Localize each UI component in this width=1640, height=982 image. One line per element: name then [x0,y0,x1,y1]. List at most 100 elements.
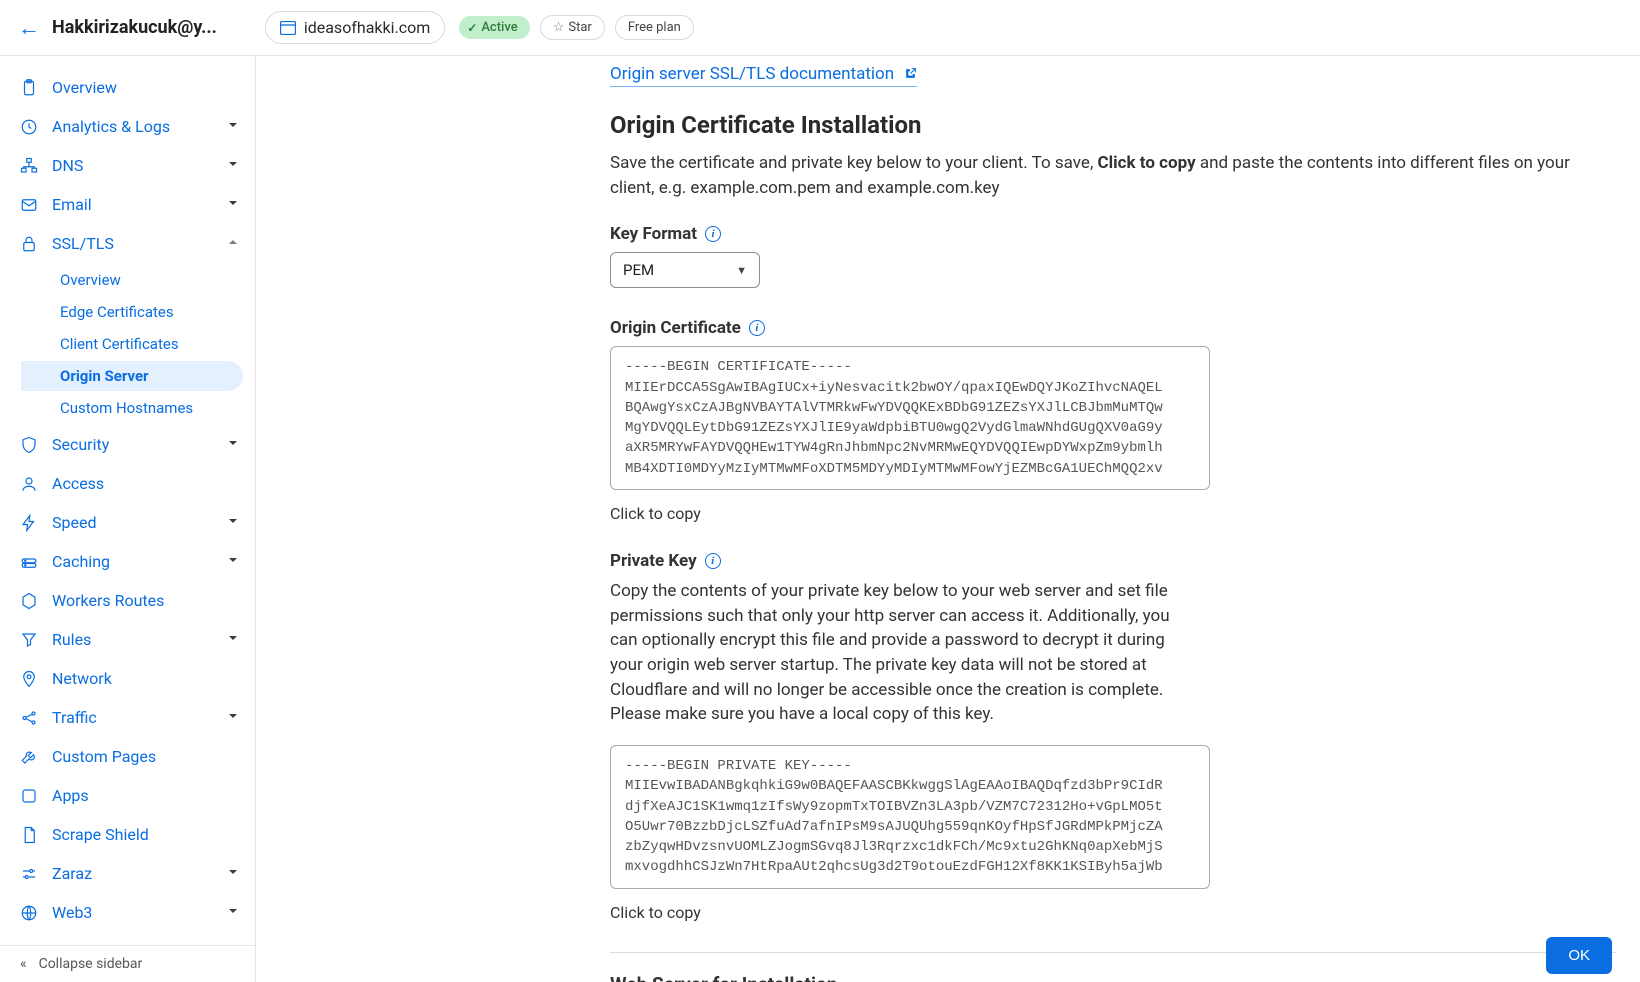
sidebar-item-label: Email [52,195,92,214]
sidebar-item-ssl-tls[interactable]: SSL/TLS [0,224,255,263]
chevron-down-icon [227,158,239,173]
key-format-label: Key Format i [610,224,721,244]
chevron-down-icon [227,515,239,530]
collapse-icon: « [20,956,27,972]
status-pill: Active [459,16,529,39]
sidebar-sub-client-certificates[interactable]: Client Certificates [56,329,255,359]
filter-icon [20,631,38,649]
sidebar-item-workers-routes[interactable]: Workers Routes [0,581,255,620]
key-format-select[interactable]: PEM ▼ [610,252,760,288]
sidebar-item-caching[interactable]: Caching [0,542,255,581]
sidebar-item-label: Overview [52,78,117,97]
sidebar-item-label: Scrape Shield [52,825,149,844]
sidebar-item-label: SSL/TLS [52,234,114,253]
back-arrow-icon[interactable]: ← [18,15,40,41]
chevron-down-icon [227,554,239,569]
ok-button[interactable]: OK [1546,937,1612,974]
wrench-icon [20,748,38,766]
web-server-heading: Web Server for Installation [610,973,1616,982]
share-icon [20,709,38,727]
chevron-up-icon [227,236,239,251]
sliders-icon [20,865,38,883]
sidebar-item-web3[interactable]: Web3 [0,893,255,932]
divider [610,952,1616,953]
doc-link[interactable]: Origin server SSL/TLS documentation [610,64,917,87]
chevron-down-icon [227,197,239,212]
origin-cert-label: Origin Certificate i [610,318,765,338]
chevron-down-icon [227,710,239,725]
chevron-down-icon [227,905,239,920]
copy-origin-cert[interactable]: Click to copy [610,504,1616,523]
sidebar-item-label: Caching [52,552,110,571]
sidebar-sub-custom-hostnames[interactable]: Custom Hostnames [56,393,255,423]
save-instructions: Save the certificate and private key bel… [610,151,1616,200]
sidebar-item-analytics-logs[interactable]: Analytics & Logs [0,107,255,146]
sidebar-item-rules[interactable]: Rules [0,620,255,659]
copy-private-key[interactable]: Click to copy [610,903,1616,922]
web3-icon [20,904,38,922]
chevron-down-icon: ▼ [736,264,747,277]
shield-icon [20,436,38,454]
private-key-desc: Copy the contents of your private key be… [610,579,1200,727]
clock-icon [20,118,38,136]
sidebar-item-label: Analytics & Logs [52,117,170,136]
box-icon [20,787,38,805]
sidebar-item-label: Rules [52,630,91,649]
sitemap-icon [20,157,38,175]
sidebar-item-zaraz[interactable]: Zaraz [0,854,255,893]
plan-chip[interactable]: Free plan [615,15,694,40]
external-link-icon [904,65,917,85]
sidebar-sub-edge-certificates[interactable]: Edge Certificates [56,297,255,327]
account-name[interactable]: Hakkirizakucuk@y... [52,17,217,38]
pin-icon [20,670,38,688]
sidebar-item-label: Zaraz [52,864,92,883]
star-chip[interactable]: Star [540,15,605,40]
bolt-icon [20,514,38,532]
hex-icon [20,592,38,610]
sidebar-item-label: Web3 [52,903,92,922]
chevron-down-icon [227,866,239,881]
collapse-sidebar[interactable]: «Collapse sidebar [0,945,255,982]
sidebar-item-label: Network [52,669,112,688]
sidebar-item-apps[interactable]: Apps [0,776,255,815]
private-key-label: Private Key i [610,551,721,571]
domain-name: ideasofhakki.com [304,18,430,37]
sidebar-item-access[interactable]: Access [0,464,255,503]
user-icon [20,475,38,493]
chevron-down-icon [227,632,239,647]
browser-icon [280,21,296,35]
sidebar-item-overview[interactable]: Overview [0,68,255,107]
domain-pill[interactable]: ideasofhakki.com [265,11,445,44]
chevron-down-icon [227,119,239,134]
sidebar-item-label: Access [52,474,104,493]
sidebar-item-custom-pages[interactable]: Custom Pages [0,737,255,776]
sidebar-item-traffic[interactable]: Traffic [0,698,255,737]
info-icon[interactable]: i [705,553,721,569]
chevron-down-icon [227,437,239,452]
info-icon[interactable]: i [705,226,721,242]
sidebar-item-label: Security [52,435,109,454]
private-key-textbox[interactable]: -----BEGIN PRIVATE KEY----- MIIEvwIBADAN… [610,745,1210,889]
sidebar-item-label: DNS [52,156,83,175]
info-icon[interactable]: i [749,320,765,336]
sidebar: Overview Analytics & Logs DNS Email SSL/TLS O… [0,56,256,982]
origin-cert-textbox[interactable]: -----BEGIN CERTIFICATE----- MIIErDCCA5Sg… [610,346,1210,490]
sidebar-item-speed[interactable]: Speed [0,503,255,542]
top-bar: ← Hakkirizakucuk@y... ideasofhakki.com A… [0,0,1640,56]
sidebar-item-network[interactable]: Network [0,659,255,698]
sidebar-item-label: Workers Routes [52,591,164,610]
main-content: Origin server SSL/TLS documentation Orig… [256,56,1640,982]
sidebar-sub-origin-server[interactable]: Origin Server [21,361,243,391]
section-heading: Origin Certificate Installation [610,111,1616,139]
sidebar-item-label: Traffic [52,708,97,727]
sidebar-item-label: Speed [52,513,96,532]
sidebar-item-label: Apps [52,786,89,805]
sidebar-item-scrape-shield[interactable]: Scrape Shield [0,815,255,854]
mail-icon [20,196,38,214]
sidebar-item-label: Custom Pages [52,747,156,766]
sidebar-item-security[interactable]: Security [0,425,255,464]
sidebar-sub-overview[interactable]: Overview [56,265,255,295]
doc-icon [20,826,38,844]
sidebar-item-email[interactable]: Email [0,185,255,224]
sidebar-item-dns[interactable]: DNS [0,146,255,185]
